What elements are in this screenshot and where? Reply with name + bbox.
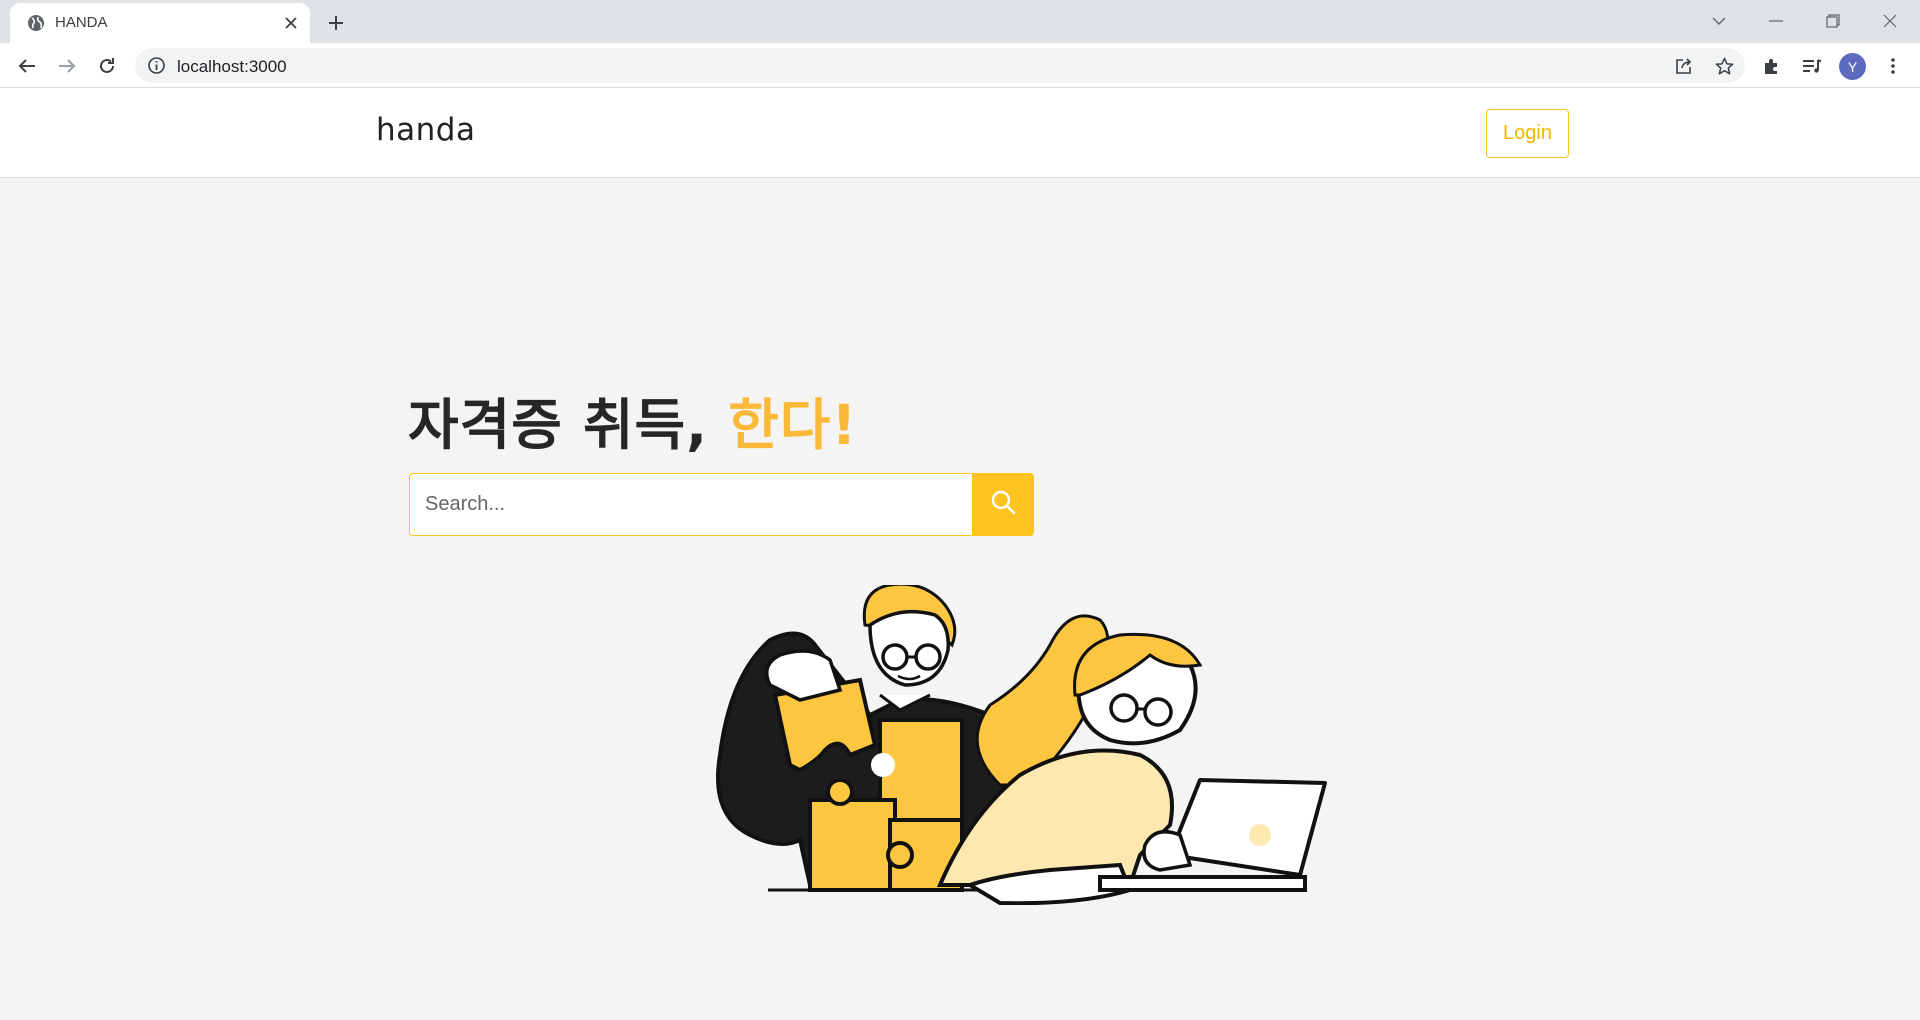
reload-icon[interactable] <box>92 51 122 81</box>
browser-toolbar: localhost:3000 Y <box>0 43 1920 88</box>
browser-tab[interactable]: HANDA <box>10 3 310 43</box>
hero-title: 자격증 취득, 한다! <box>408 380 858 460</box>
share-icon[interactable] <box>1673 55 1695 77</box>
browser-menu-icon[interactable] <box>1878 51 1908 81</box>
login-button[interactable]: Login <box>1486 109 1569 158</box>
media-queue-icon[interactable] <box>1797 51 1827 81</box>
minimize-icon[interactable] <box>1759 6 1793 36</box>
address-bar[interactable]: localhost:3000 <box>135 48 1745 83</box>
hero-title-accent: 한다! <box>728 393 858 457</box>
site-header: handa Login <box>0 88 1920 178</box>
profile-avatar[interactable]: Y <box>1839 53 1866 80</box>
brand-logo-text[interactable]: handa <box>376 112 475 148</box>
search-icon <box>990 489 1016 520</box>
browser-tabstrip: HANDA <box>0 0 1920 43</box>
search-bar <box>409 473 1034 536</box>
close-tab-icon[interactable] <box>280 12 302 34</box>
tab-search-chevron-icon[interactable] <box>1702 6 1736 36</box>
hero-illustration <box>700 582 1430 906</box>
new-tab-icon[interactable] <box>322 9 350 37</box>
search-button[interactable] <box>972 474 1033 535</box>
restore-icon[interactable] <box>1816 6 1850 36</box>
forward-arrow-icon[interactable] <box>52 51 82 81</box>
info-icon[interactable] <box>147 56 166 75</box>
search-input[interactable] <box>410 474 972 534</box>
extensions-puzzle-icon[interactable] <box>1757 51 1787 81</box>
back-arrow-icon[interactable] <box>12 51 42 81</box>
bookmark-star-icon[interactable] <box>1713 55 1735 77</box>
hero-title-main: 자격증 취득, <box>408 393 729 457</box>
close-window-icon[interactable] <box>1873 6 1907 36</box>
globe-icon <box>26 13 46 33</box>
tab-title: HANDA <box>55 14 108 31</box>
url-text: localhost:3000 <box>177 57 287 76</box>
